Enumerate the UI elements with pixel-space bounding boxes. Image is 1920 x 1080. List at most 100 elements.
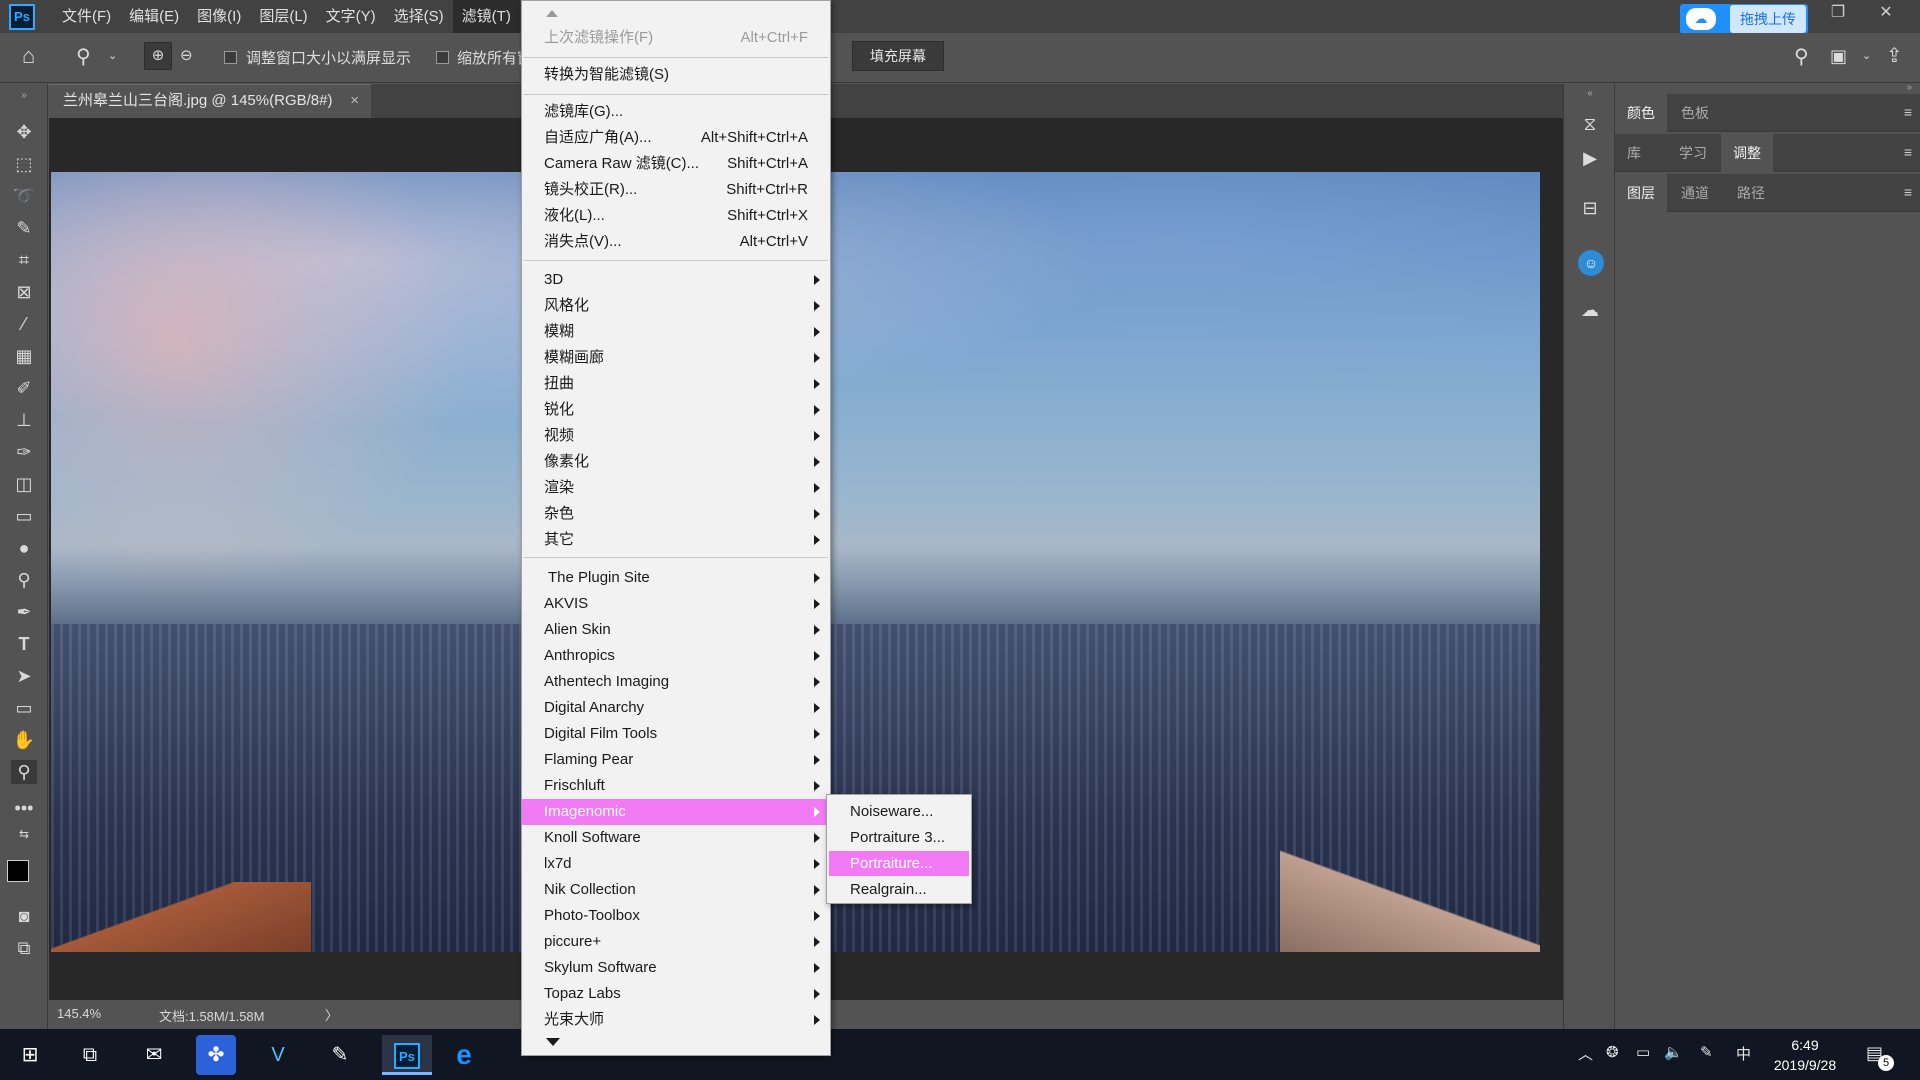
share-icon[interactable]: ⇪: [1886, 43, 1903, 68]
dodge-tool-icon[interactable]: ⚲: [11, 568, 37, 592]
menu-type[interactable]: 文字(Y): [317, 0, 385, 33]
tab-libraries[interactable]: 库: [1615, 134, 1653, 172]
task-view-icon[interactable]: ⧉: [70, 1035, 110, 1075]
frame-tool-icon[interactable]: ⊠: [11, 280, 37, 304]
menu-item-skylum[interactable]: Skylum Software: [522, 955, 830, 981]
workspace-chevron-icon[interactable]: ⌄: [1862, 49, 1871, 62]
status-arrow-icon[interactable]: 〉: [325, 1005, 338, 1024]
rectangle-tool-icon[interactable]: ▭: [11, 696, 37, 720]
zoom-in-icon[interactable]: ⊕: [144, 42, 172, 70]
photoshop-taskbar-icon[interactable]: Ps: [382, 1035, 432, 1075]
lasso-tool-icon[interactable]: ➰: [11, 184, 37, 208]
collapse-strip-icon[interactable]: «: [1578, 82, 1602, 106]
tab-channels[interactable]: 通道: [1669, 174, 1721, 212]
menu-item-plugin-site[interactable]: The Plugin Site: [522, 565, 830, 591]
tab-layers[interactable]: 图层: [1615, 174, 1667, 212]
menu-item-imagenomic[interactable]: Imagenomic: [522, 799, 830, 825]
pen-tool-icon[interactable]: ✒: [11, 600, 37, 624]
home-icon[interactable]: ⌂: [22, 43, 35, 69]
close-window-icon[interactable]: ✕: [1866, 0, 1906, 28]
menu-item-knoll-software[interactable]: Knoll Software: [522, 825, 830, 851]
blur-tool-icon[interactable]: ●: [11, 536, 37, 560]
menu-item-anthropics[interactable]: Anthropics: [522, 643, 830, 669]
tab-paths[interactable]: 路径: [1725, 174, 1777, 212]
menu-item-frischluft[interactable]: Frischluft: [522, 773, 830, 799]
submenu-item-noiseware[interactable]: Noiseware...: [829, 799, 969, 824]
menu-item-filter-gallery[interactable]: 滤镜库(G)...: [522, 99, 830, 125]
close-tab-icon[interactable]: ×: [350, 85, 359, 117]
resize-windows-checkbox[interactable]: [224, 51, 237, 64]
screen-mode-icon[interactable]: ⧉: [11, 936, 37, 960]
history-panel-icon[interactable]: ⧖: [1578, 112, 1602, 136]
network-icon[interactable]: ▭: [1636, 1043, 1650, 1061]
scroll-up-icon[interactable]: [546, 10, 558, 17]
more-tools-icon[interactable]: •••: [11, 796, 37, 820]
menu-item-lx7d[interactable]: lx7d: [522, 851, 830, 877]
zoom-tool-preset-icon[interactable]: ⚲: [76, 44, 91, 69]
brush-tool-icon[interactable]: ✐: [11, 376, 37, 400]
upload-button[interactable]: ☁ 拖拽上传: [1680, 4, 1808, 34]
menu-item-blur-gallery[interactable]: 模糊画廊: [522, 345, 830, 371]
menu-item-render[interactable]: 渲染: [522, 475, 830, 501]
menu-item-piccure[interactable]: piccure+: [522, 929, 830, 955]
swap-colors-icon[interactable]: ⇆: [11, 822, 37, 846]
menu-item-adaptive-wide-angle[interactable]: 自适应广角(A)... Alt+Shift+Ctrl+A: [522, 125, 830, 151]
menu-item-blur[interactable]: 模糊: [522, 319, 830, 345]
pen-icon[interactable]: ✎: [1700, 1043, 1713, 1061]
show-hidden-icons-chevron[interactable]: ︿: [1578, 1043, 1593, 1064]
menu-item-noise[interactable]: 杂色: [522, 501, 830, 527]
scroll-down-icon[interactable]: [546, 1038, 560, 1046]
photo-app-icon[interactable]: ✎: [320, 1035, 360, 1075]
menu-item-digital-film-tools[interactable]: Digital Film Tools: [522, 721, 830, 747]
menu-item-last-filter[interactable]: 上次滤镜操作(F) Alt+Ctrl+F: [522, 25, 830, 51]
history-brush-tool-icon[interactable]: ✑: [11, 440, 37, 464]
collapse-icon[interactable]: »: [11, 84, 37, 108]
collapse-panels-icon[interactable]: »: [1906, 82, 1912, 93]
crop-tool-icon[interactable]: ⌗: [11, 248, 37, 272]
eraser-tool-icon[interactable]: ◫: [11, 472, 37, 496]
menu-item-stylize[interactable]: 风格化: [522, 293, 830, 319]
panel-menu-icon[interactable]: ≡: [1904, 184, 1912, 200]
quick-mask-icon[interactable]: ◙: [11, 904, 37, 928]
chevron-down-icon[interactable]: ⌄: [108, 49, 117, 62]
menu-item-camera-raw[interactable]: Camera Raw 滤镜(C)... Shift+Ctrl+A: [522, 151, 830, 177]
zoom-out-icon[interactable]: ⊖: [180, 46, 193, 64]
menu-item-lens-correction[interactable]: 镜头校正(R)... Shift+Ctrl+R: [522, 177, 830, 203]
marquee-tool-icon[interactable]: ⬚: [11, 152, 37, 176]
restore-window-icon[interactable]: ❐: [1818, 0, 1858, 28]
system-clock[interactable]: 6:49 2019/9/28: [1760, 1035, 1850, 1075]
path-select-tool-icon[interactable]: ➤: [11, 664, 37, 688]
baidu-icon[interactable]: ✤: [196, 1035, 236, 1075]
submenu-item-realgrain[interactable]: Realgrain...: [829, 877, 969, 902]
menu-item-smart-filter[interactable]: 转换为智能滤镜(S): [522, 62, 830, 88]
edge-browser-icon[interactable]: e: [444, 1035, 484, 1075]
cloud-plugin-icon[interactable]: ☁: [1578, 298, 1602, 322]
menu-item-liquify[interactable]: 液化(L)... Shift+Ctrl+X: [522, 203, 830, 229]
menu-edit[interactable]: 编辑(E): [120, 0, 188, 33]
visio-icon[interactable]: V: [258, 1035, 298, 1075]
submenu-item-portraiture[interactable]: Portraiture...: [829, 851, 969, 876]
menu-item-vanishing-point[interactable]: 消失点(V)... Alt+Ctrl+V: [522, 229, 830, 255]
menu-item-other[interactable]: 其它: [522, 527, 830, 553]
menu-item-flaming-pear[interactable]: Flaming Pear: [522, 747, 830, 773]
menu-item-photo-toolbox[interactable]: Photo-Toolbox: [522, 903, 830, 929]
healing-brush-tool-icon[interactable]: ▦: [11, 344, 37, 368]
tab-learn[interactable]: 学习: [1667, 134, 1719, 172]
menu-item-akvis[interactable]: AKVIS: [522, 591, 830, 617]
menu-file[interactable]: 文件(F): [53, 0, 120, 33]
plugin-avatar-icon[interactable]: ☺: [1578, 250, 1604, 276]
panel-menu-icon[interactable]: ≡: [1904, 144, 1912, 160]
search-icon[interactable]: ⚲: [1794, 44, 1809, 69]
windows-start-icon[interactable]: ⊞: [10, 1035, 50, 1075]
menu-item-sharpen[interactable]: 锐化: [522, 397, 830, 423]
menu-item-3d[interactable]: 3D: [522, 267, 830, 293]
move-tool-icon[interactable]: ✥: [11, 120, 37, 144]
menu-item-nik-collection[interactable]: Nik Collection: [522, 877, 830, 903]
menu-item-digital-anarchy[interactable]: Digital Anarchy: [522, 695, 830, 721]
menu-item-distort[interactable]: 扭曲: [522, 371, 830, 397]
panel-menu-icon[interactable]: ≡: [1904, 104, 1912, 120]
menu-item-alien-skin[interactable]: Alien Skin: [522, 617, 830, 643]
foreground-color-swatch[interactable]: [7, 860, 29, 882]
tab-color[interactable]: 颜色: [1615, 94, 1667, 132]
ime-indicator[interactable]: 中: [1736, 1043, 1751, 1064]
